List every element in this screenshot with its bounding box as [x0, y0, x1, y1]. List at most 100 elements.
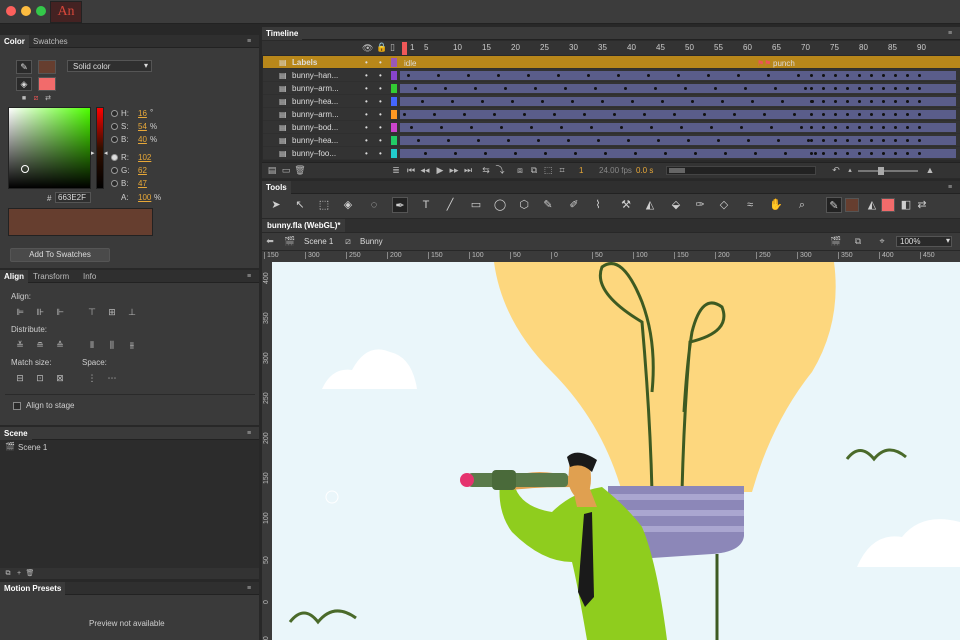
b-value[interactable]: 40 [138, 135, 147, 144]
keyframe[interactable] [846, 126, 849, 129]
keyframe[interactable] [747, 139, 750, 142]
keyframe[interactable] [583, 113, 586, 116]
keyframe[interactable] [544, 152, 547, 155]
keyframe[interactable] [774, 87, 777, 90]
zoom-out-icon[interactable]: ▴ [844, 165, 856, 176]
keyframe[interactable] [440, 126, 443, 129]
layer-color-chip[interactable] [391, 84, 397, 93]
keyframe[interactable] [530, 126, 533, 129]
ink-bottle-icon[interactable]: ⬙ [668, 197, 684, 213]
text-tool-icon[interactable]: T [418, 197, 434, 213]
keyframe[interactable] [694, 152, 697, 155]
last-frame-icon[interactable]: ⏭ [462, 165, 474, 176]
keyframe[interactable] [527, 74, 530, 77]
keyframe[interactable] [564, 87, 567, 90]
keyframe[interactable] [846, 74, 849, 77]
keyframe[interactable] [594, 87, 597, 90]
keyframe[interactable] [894, 100, 897, 103]
selection-tool-icon[interactable]: ➤ [268, 197, 284, 213]
edit-multiple-icon[interactable]: ⬚ [542, 165, 554, 176]
zoom-tool-icon[interactable]: ⌕ [794, 197, 810, 213]
keyframe[interactable] [537, 139, 540, 142]
layer-toggle-dot[interactable]: • [365, 121, 368, 134]
keyframe[interactable] [631, 100, 634, 103]
match-both-icon[interactable]: ⊠ [54, 373, 66, 384]
layer-name[interactable]: bunny–hea... [292, 134, 338, 147]
keyframe[interactable] [918, 113, 921, 116]
layer-color-chip[interactable] [391, 123, 397, 132]
keyframe[interactable] [858, 100, 861, 103]
layer-toggle-dot[interactable]: • [379, 108, 382, 121]
hue-slider-handle-right[interactable]: ◂ [104, 149, 108, 157]
keyframe[interactable] [433, 113, 436, 116]
keyframe[interactable] [918, 100, 921, 103]
bone-tool-icon[interactable]: ⚒ [618, 197, 634, 213]
frame-number[interactable]: 35 [598, 43, 607, 52]
timeline-layer-row[interactable]: ▤ bunny–arm... • • [263, 82, 960, 95]
edit-scene-icon[interactable]: 🎬 [830, 236, 842, 247]
keyframe[interactable] [770, 126, 773, 129]
center-frame-icon[interactable]: ⤵ [494, 165, 506, 176]
keyframe[interactable] [834, 152, 837, 155]
keyframe[interactable] [650, 126, 653, 129]
frame-number[interactable]: 85 [888, 43, 897, 52]
keyframe[interactable] [601, 100, 604, 103]
layer-toggle-dot[interactable]: • [379, 69, 382, 82]
keyframe[interactable] [714, 87, 717, 90]
keyframe[interactable] [567, 139, 570, 142]
keyframe[interactable] [822, 139, 825, 142]
keyframe[interactable] [846, 139, 849, 142]
subselection-tool-icon[interactable]: ↖ [292, 197, 308, 213]
fill-color-icon[interactable]: ◈ [16, 77, 32, 91]
keyframe[interactable] [894, 152, 897, 155]
frame-span[interactable] [400, 123, 956, 132]
modify-markers-icon[interactable]: ⌗ [556, 165, 568, 176]
keyframe[interactable] [906, 126, 909, 129]
keyframe[interactable] [511, 100, 514, 103]
tab-transform[interactable]: Transform [29, 270, 73, 283]
eye-icon[interactable]: 👁 [362, 43, 373, 54]
keyframe[interactable] [882, 139, 885, 142]
keyframe[interactable] [810, 87, 813, 90]
layer-name[interactable]: bunny–bod... [292, 121, 338, 134]
eyedropper-icon[interactable]: ✑ [692, 197, 708, 213]
keyframe[interactable] [894, 126, 897, 129]
current-frame[interactable]: 1 [579, 166, 583, 175]
keyframe[interactable] [810, 152, 813, 155]
layer-toggle-dot[interactable]: • [379, 95, 382, 108]
frame-number[interactable]: 45 [656, 43, 665, 52]
align-bottom-icon[interactable]: ⊥ [126, 307, 138, 318]
keyframe[interactable] [504, 87, 507, 90]
keyframe[interactable] [810, 100, 813, 103]
keyframe[interactable] [620, 126, 623, 129]
layer-toggle-dot[interactable]: • [365, 147, 368, 160]
keyframe[interactable] [721, 100, 724, 103]
keyframe[interactable] [834, 126, 837, 129]
frame-number[interactable]: 55 [714, 43, 723, 52]
keyframe[interactable] [617, 74, 620, 77]
keyframe[interactable] [470, 126, 473, 129]
keyframe[interactable] [560, 126, 563, 129]
keyframe[interactable] [624, 87, 627, 90]
space-horizontal-icon[interactable]: ⋯ [106, 373, 118, 384]
distribute-right-icon[interactable]: ⫵ [126, 340, 138, 351]
layer-name[interactable]: bunny–han... [292, 69, 338, 82]
panel-menu-icon[interactable]: ≡ [948, 29, 956, 38]
layer-toggle-dot[interactable]: • [379, 121, 382, 134]
undo-icon[interactable]: ↶ [830, 165, 842, 176]
keyframe[interactable] [918, 126, 921, 129]
timeline-layer-row[interactable]: ▤ bunny–han... • • [263, 69, 960, 82]
timeline-layer-row[interactable]: ▤ bunny–foo... • • [263, 147, 960, 160]
timeline-layer-row[interactable]: ▤ bunny–hea... • • [263, 95, 960, 108]
keyframe[interactable] [557, 74, 560, 77]
keyframe[interactable] [784, 152, 787, 155]
keyframe[interactable] [882, 152, 885, 155]
keyframe[interactable] [410, 126, 413, 129]
r-radio[interactable] [111, 154, 118, 161]
frame-number[interactable]: 5 [424, 43, 428, 52]
distribute-left-icon[interactable]: ⫴ [86, 340, 98, 351]
frame-ruler[interactable]: 👁 🔒 ▯ 1 5 10 15 20 25 30 35 40 45 50 55 60 65 70 75 80 85… [262, 41, 960, 55]
color-picker-field[interactable] [8, 107, 91, 189]
timeline-scrollbar[interactable] [666, 166, 816, 175]
stroke-color-swatch[interactable] [845, 198, 859, 212]
